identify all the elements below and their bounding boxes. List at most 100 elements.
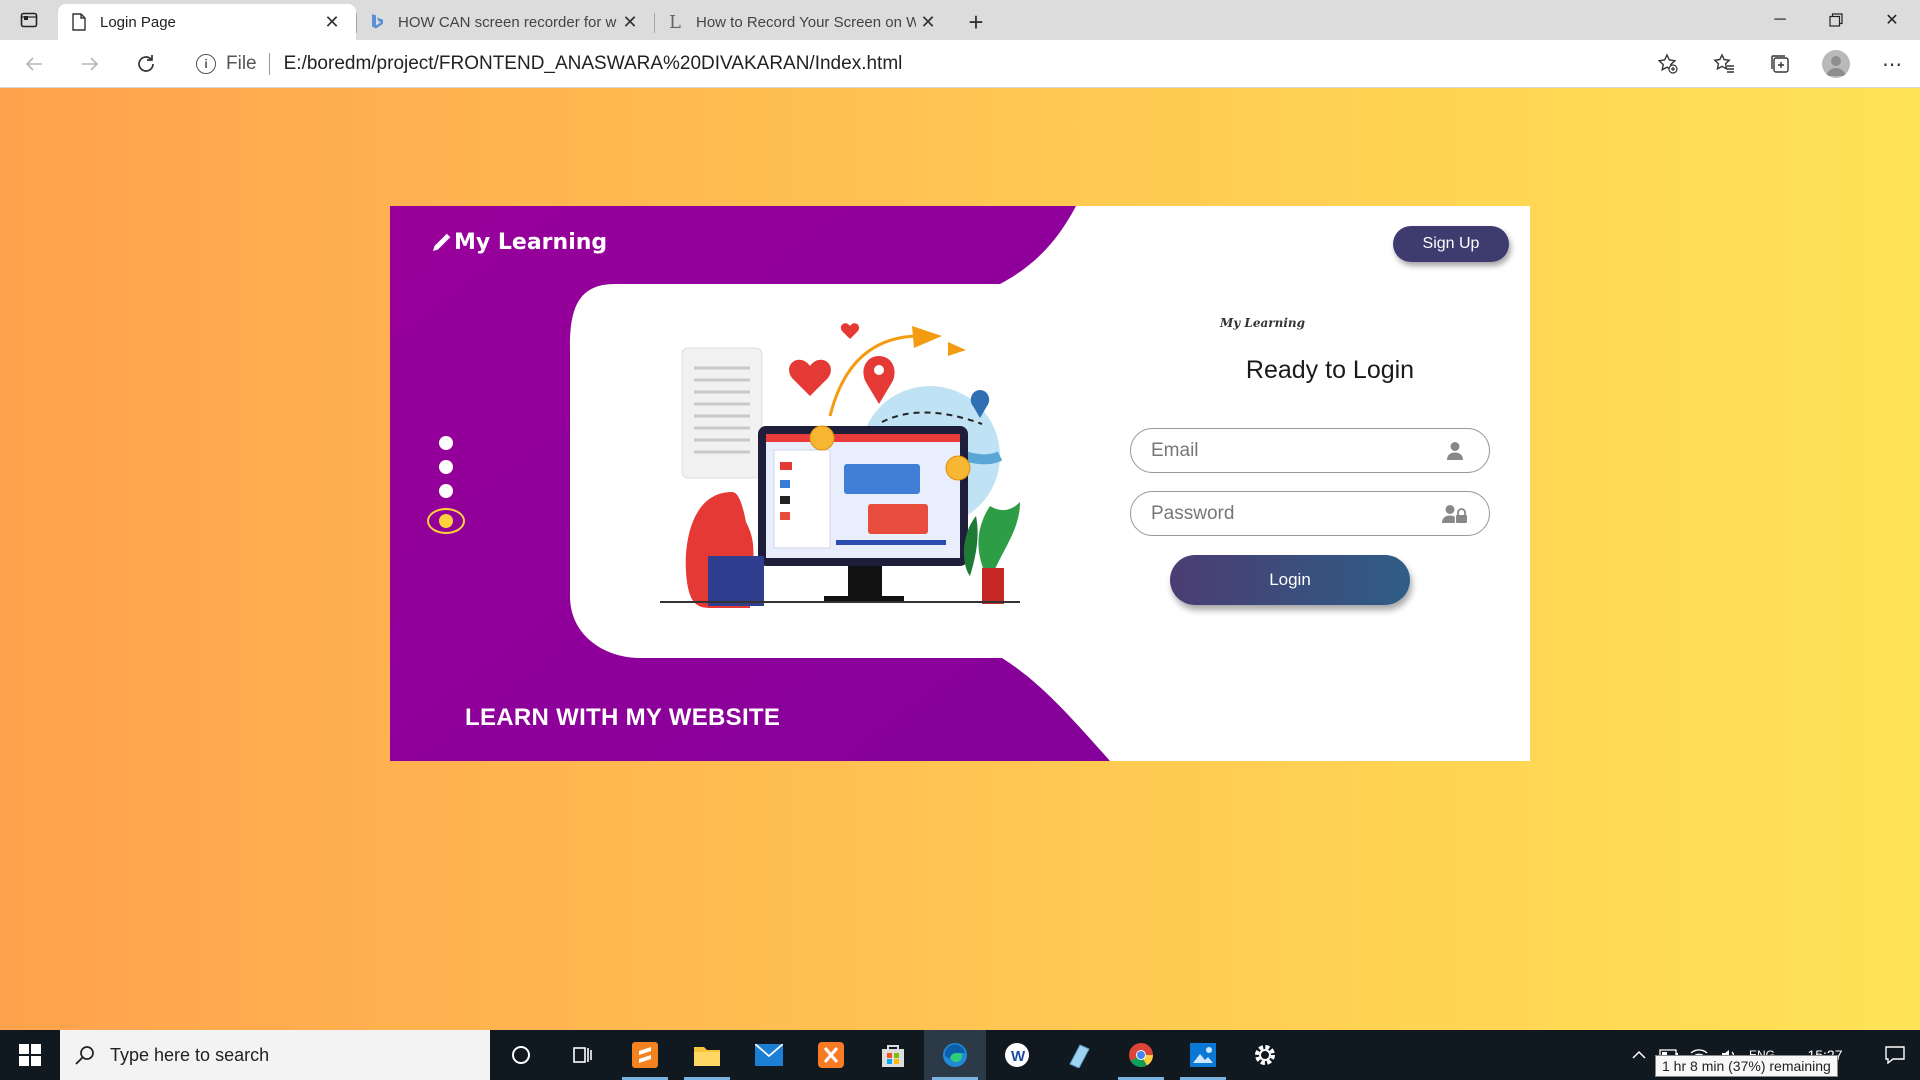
new-tab-button[interactable]: + bbox=[956, 4, 996, 40]
brand-name: My Learning bbox=[454, 230, 608, 255]
taskbar-search[interactable]: Type here to search bbox=[60, 1030, 490, 1080]
collections-button[interactable] bbox=[1752, 40, 1808, 88]
notepad-icon bbox=[1069, 1044, 1090, 1068]
page-icon bbox=[70, 13, 88, 31]
tab-screen-recorder[interactable]: HOW CAN screen recorder for w ✕ bbox=[356, 4, 654, 40]
slider-dots bbox=[426, 436, 466, 544]
star-add-icon bbox=[1657, 53, 1678, 74]
sublime-icon bbox=[632, 1042, 658, 1068]
cortana-button[interactable] bbox=[490, 1030, 552, 1080]
forward-button[interactable] bbox=[62, 40, 118, 88]
back-button[interactable] bbox=[6, 40, 62, 88]
windows-logo-icon bbox=[19, 1044, 41, 1066]
login-button[interactable]: Login bbox=[1170, 555, 1410, 605]
forward-arrow-icon bbox=[82, 56, 99, 71]
refresh-icon bbox=[138, 54, 154, 72]
online-learning-illustration bbox=[660, 323, 1020, 608]
tagline-text: LEARN WITH MY WEBSITE bbox=[465, 704, 781, 731]
collections-icon bbox=[1771, 55, 1789, 73]
slider-dot-2[interactable] bbox=[439, 460, 453, 474]
start-button[interactable] bbox=[0, 1030, 60, 1080]
settings-more-button[interactable]: ⋯ bbox=[1864, 40, 1920, 88]
close-tab-icon[interactable]: ✕ bbox=[320, 10, 344, 34]
slider-dot-1[interactable] bbox=[439, 436, 453, 450]
svg-text:W: W bbox=[1011, 1048, 1026, 1065]
sublime-text-app[interactable] bbox=[614, 1030, 676, 1080]
mail-app[interactable] bbox=[738, 1030, 800, 1080]
task-view-icon bbox=[573, 1047, 592, 1063]
email-field-wrapper bbox=[1130, 428, 1490, 473]
chrome-icon bbox=[1129, 1043, 1153, 1068]
user-icon bbox=[1441, 439, 1469, 463]
browser-toolbar: ⋯ bbox=[1640, 40, 1920, 88]
settings-app[interactable] bbox=[1234, 1030, 1296, 1080]
minimize-icon[interactable]: ─ bbox=[1752, 0, 1808, 40]
profile-avatar[interactable] bbox=[1822, 50, 1850, 78]
url-field[interactable]: i File E:/boredm/project/FRONTEND_ANASWA… bbox=[180, 46, 1680, 82]
photos-icon bbox=[1190, 1043, 1216, 1067]
url-text: E:/boredm/project/FRONTEND_ANASWARA%20DI… bbox=[283, 53, 903, 74]
tab-login-page[interactable]: Login Page ✕ bbox=[58, 4, 356, 40]
user-lock-icon bbox=[1441, 502, 1469, 526]
notification-center-button[interactable] bbox=[1870, 1030, 1920, 1080]
login-card: My Learning LEARN WITH MY WEBSITE Sign U… bbox=[390, 206, 1530, 761]
word-app[interactable]: W bbox=[986, 1030, 1048, 1080]
tab-record-screen[interactable]: L How to Record Your Screen on W ✕ bbox=[654, 4, 952, 40]
back-arrow-icon bbox=[25, 56, 42, 71]
word-icon: W bbox=[1005, 1043, 1029, 1067]
email-input[interactable] bbox=[1151, 439, 1441, 462]
password-input[interactable] bbox=[1151, 502, 1441, 525]
chrome-app[interactable] bbox=[1110, 1030, 1172, 1080]
mail-icon bbox=[755, 1044, 783, 1066]
close-tab-icon[interactable]: ✕ bbox=[618, 10, 642, 34]
bing-icon bbox=[368, 13, 386, 31]
close-tab-icon[interactable]: ✕ bbox=[916, 10, 940, 34]
tab-title: Login Page bbox=[100, 13, 176, 31]
tab-title: HOW CAN screen recorder for w bbox=[398, 13, 617, 31]
gear-icon bbox=[1255, 1045, 1275, 1065]
tab-bar: Login Page ✕ HOW CAN screen recorder for… bbox=[0, 0, 1920, 40]
info-icon[interactable]: i bbox=[196, 54, 216, 74]
cortana-circle-icon bbox=[512, 1046, 530, 1064]
restore-icon[interactable] bbox=[1808, 0, 1864, 40]
search-icon bbox=[75, 1046, 94, 1065]
refresh-button[interactable] bbox=[118, 40, 174, 88]
store-bag-icon bbox=[882, 1045, 904, 1067]
notepad-app[interactable] bbox=[1048, 1030, 1110, 1080]
edge-browser-app[interactable] bbox=[924, 1030, 986, 1080]
slider-dot-3[interactable] bbox=[439, 484, 453, 498]
password-field-wrapper bbox=[1130, 491, 1490, 536]
store-app[interactable] bbox=[862, 1030, 924, 1080]
photos-app[interactable] bbox=[1172, 1030, 1234, 1080]
windows-taskbar: Type here to search W bbox=[0, 1030, 1920, 1080]
tab-actions-icon bbox=[20, 12, 38, 28]
task-view-button[interactable] bbox=[552, 1030, 614, 1080]
slider-dot-4-active[interactable] bbox=[427, 508, 465, 534]
battery-tooltip: 1 hr 8 min (37%) remaining bbox=[1655, 1055, 1838, 1077]
xampp-icon bbox=[818, 1042, 844, 1068]
tab-actions-button[interactable] bbox=[0, 0, 58, 40]
divider bbox=[268, 53, 270, 75]
window-controls: ─ ✕ bbox=[1752, 0, 1920, 40]
page-background: My Learning LEARN WITH MY WEBSITE Sign U… bbox=[0, 88, 1920, 1030]
notification-icon bbox=[1885, 1046, 1905, 1064]
close-window-icon[interactable]: ✕ bbox=[1864, 0, 1920, 40]
user-avatar-icon bbox=[1826, 56, 1846, 76]
mini-logo: My Learning bbox=[1220, 316, 1306, 330]
file-explorer-app[interactable] bbox=[676, 1030, 738, 1080]
site-l-icon: L bbox=[669, 11, 681, 33]
hero-panel: My Learning LEARN WITH MY WEBSITE bbox=[390, 206, 1110, 761]
add-favorite-button[interactable] bbox=[1640, 40, 1696, 88]
brand-logo[interactable]: My Learning bbox=[430, 230, 607, 255]
login-heading: Ready to Login bbox=[1245, 356, 1415, 384]
pencil-icon bbox=[433, 233, 451, 251]
scheme-label: File bbox=[226, 53, 257, 74]
edge-icon bbox=[943, 1043, 967, 1067]
tab-title: How to Record Your Screen on W bbox=[696, 13, 916, 31]
favorites-button[interactable] bbox=[1696, 40, 1752, 88]
xampp-app[interactable] bbox=[800, 1030, 862, 1080]
folder-icon bbox=[694, 1047, 720, 1066]
tray-expand-icon[interactable] bbox=[1624, 1050, 1654, 1060]
sign-up-button[interactable]: Sign Up bbox=[1393, 226, 1509, 262]
address-bar: i File E:/boredm/project/FRONTEND_ANASWA… bbox=[0, 40, 1920, 88]
